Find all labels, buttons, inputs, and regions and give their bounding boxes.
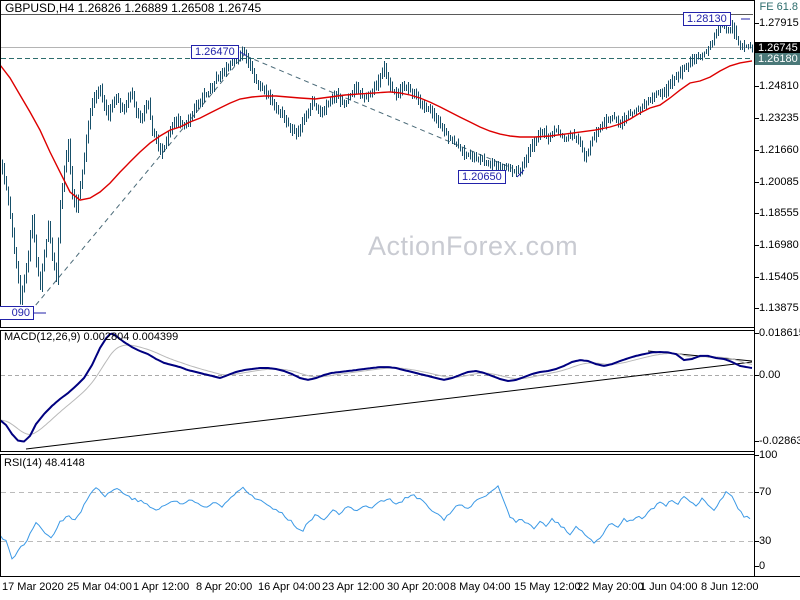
time-tick-label: 30 Apr 20:00 (387, 581, 450, 593)
mt4-chart-window: ActionForex.com GBPUSD,H4 1.26826 1.2688… (0, 0, 800, 600)
price-trendline-1[interactable] (245, 55, 513, 169)
rsi-tick-label: 70 (759, 486, 772, 498)
time-axis[interactable]: 17 Mar 2020 25 Mar 04:00 1 Apr 12:00 8 Apr … (0, 577, 800, 600)
macd-indicator-label: MACD(12,26,9) 0.002804 0.004399 (4, 331, 179, 343)
time-tick-label: 8 May 04:00 (450, 581, 511, 593)
price-annotation-box[interactable]: 090 (0, 306, 34, 320)
rsi-tick-label: 100 (759, 449, 778, 461)
time-tick-label: 15 May 12:00 (514, 581, 581, 593)
time-tick-label: 1 Apr 12:00 (133, 581, 190, 593)
macd-axis[interactable]: 0.018615 0.00 -0.028631 (754, 326, 800, 452)
time-tick-label: 16 Apr 04:00 (258, 581, 321, 593)
macd-tick-label: -0.028631 (759, 435, 800, 447)
chart-title: GBPUSD,H4 1.26826 1.26889 1.26508 1.2674… (5, 1, 262, 15)
rsi-line (0, 485, 751, 560)
price-tick-label: 1.23235 (759, 112, 799, 124)
time-tick-label: 8 Apr 20:00 (196, 581, 253, 593)
price-tick-label: 1.20085 (759, 176, 799, 188)
price-tick-label: 1.27915 (759, 17, 799, 29)
macd-tick-label: 0.00 (759, 369, 781, 381)
time-tick-label: 25 Mar 04:00 (67, 581, 132, 593)
rsi-panel-border (0, 454, 755, 577)
macd-panel-border (0, 330, 755, 452)
rsi-tick-label: 0 (759, 560, 766, 572)
price-tick-label: 1.24810 (759, 80, 799, 92)
time-tick-label: 23 Apr 12:00 (322, 581, 385, 593)
macd-main-line (0, 332, 753, 443)
time-tick-label: 22 May 20:00 (577, 581, 644, 593)
price-tick-label: 1.16980 (759, 239, 799, 251)
price-annotation-box[interactable]: 1.20650 (458, 170, 506, 184)
chart-canvas[interactable] (0, 0, 800, 600)
price-bars (2, 16, 753, 306)
macd-tick-label: 0.018615 (759, 327, 800, 339)
support-price-tag: 1.26180 (755, 53, 800, 65)
macd-signal-line (0, 344, 753, 435)
price-tick-label: 1.13875 (759, 302, 799, 314)
rsi-tick-label: 30 (759, 535, 772, 547)
time-tick-label: 8 Jun 12:00 (701, 581, 759, 593)
time-tick-label: 1 Jun 04:00 (640, 581, 698, 593)
price-tick-label: 1.18555 (759, 207, 799, 219)
price-annotation-box[interactable]: 1.26470 (191, 45, 239, 59)
price-tick-label: 1.15405 (759, 271, 799, 283)
price-annotation-box[interactable]: 1.28130 (683, 12, 731, 26)
rsi-indicator-label: RSI(14) 48.4148 (4, 457, 85, 469)
time-tick-label: 17 Mar 2020 (2, 581, 64, 593)
rsi-axis[interactable]: 100 70 30 0 (754, 448, 800, 578)
main-panel-border (0, 0, 755, 328)
price-tick-label: 1.21660 (759, 144, 799, 156)
